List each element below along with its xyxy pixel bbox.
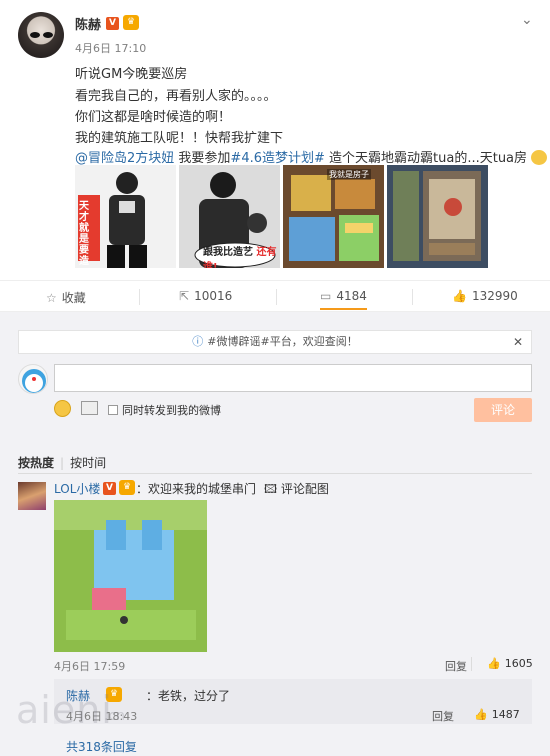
post-image-3[interactable]: 我就是房子 [283, 165, 384, 268]
action-bar: ☆ 收藏 ⇱ 10016 ▭ 4184 👍 132990 [0, 280, 550, 312]
reply-reply-button[interactable]: 回复 [432, 708, 454, 724]
post-text-line: 我的建筑施工队呢！！快帮我扩建下 [75, 131, 284, 146]
comment-image-link[interactable]: 🖾 评论配图 [264, 480, 329, 501]
divider [276, 289, 277, 305]
post-author[interactable]: 陈赫 [75, 14, 101, 33]
reply-like-button[interactable]: 👍 1487 [474, 708, 520, 721]
thumbs-up-icon: 👍 [487, 657, 501, 670]
notice-bar[interactable]: ⓘ #微博辟谣#平台，欢迎查阅！ ✕ [18, 330, 532, 354]
emoji-icon[interactable] [54, 400, 71, 417]
my-avatar [18, 364, 48, 394]
comment-text: ：欢迎来我的城堡串门 [136, 482, 257, 496]
image-icon: 🖾 [264, 482, 281, 496]
image-caption: 我就是房子 [327, 169, 371, 180]
v-badge-icon: V [106, 17, 119, 30]
sort-time-tab[interactable]: 按时间 [70, 456, 106, 470]
reply-button[interactable]: 回复 [445, 658, 467, 674]
topic-link[interactable]: #4.6造梦计划# [230, 151, 324, 166]
game-castle-icon [54, 500, 207, 652]
post-time[interactable]: 4月6日 17:10 [75, 40, 146, 56]
image-caption: 天才 就是要造 [79, 201, 89, 267]
doraemon-icon [22, 369, 46, 393]
crown-icon: ♛ [123, 15, 139, 30]
chevron-down-icon[interactable]: ⌄ [521, 12, 533, 28]
comment-time: 4月6日 17:59 [54, 660, 126, 673]
avatar-eye [30, 32, 40, 38]
image-icon[interactable] [81, 401, 98, 415]
thumbs-up-icon: 👍 [474, 708, 488, 721]
close-icon[interactable]: ✕ [513, 331, 523, 353]
post-image-4[interactable] [387, 165, 488, 268]
post-text: 造个天霸地霸动霸tua的...天tua房 [324, 151, 528, 166]
sort-tabs: 按热度 | 按时间 [18, 454, 106, 471]
post-text-line: 看完我自己的，再看别人家的。。。。 [75, 89, 277, 104]
star-icon: ☆ [46, 291, 57, 305]
post-image-2[interactable]: 跟我比造艺 还有谁! [179, 165, 280, 268]
avatar-eye [43, 32, 53, 38]
thumbs-up-icon: 👍 [452, 289, 467, 303]
post-text-line: 听说GM今晚要巡房 [75, 67, 188, 82]
repost-checkbox[interactable]: 同时转发到我的微博 [108, 402, 221, 418]
divider [18, 473, 532, 474]
info-icon: ⓘ [192, 335, 204, 348]
submit-comment-button[interactable]: 评论 [474, 398, 532, 422]
post-text-line: 你们这都是啥时候造的啊！ [75, 110, 232, 125]
cat-emoji-icon [531, 150, 548, 165]
image-caption: 跟我比造艺 还有谁! [203, 247, 277, 268]
commenter-avatar[interactable] [18, 482, 46, 510]
comment-icon: ▭ [320, 289, 332, 303]
divider: | [60, 456, 65, 470]
author-avatar[interactable] [18, 12, 64, 58]
game-screenshot-icon [387, 165, 488, 268]
crown-icon: ♛ [119, 480, 135, 495]
post-text: 我要参加 [174, 151, 231, 166]
watermark: aieni [16, 688, 113, 732]
divider [471, 657, 472, 671]
comment-button[interactable]: ▭ 4184 [320, 289, 367, 310]
game-screenshot-icon [283, 165, 384, 268]
sort-hot-tab[interactable]: 按热度 [18, 456, 54, 470]
comment-input[interactable] [54, 364, 532, 392]
reply-text: ：老铁，过分了 [146, 689, 231, 703]
divider [412, 289, 413, 305]
post-image-1[interactable]: 天才 就是要造 [75, 165, 176, 268]
comment-like-button[interactable]: 👍 1605 [487, 657, 533, 670]
comment-image[interactable] [54, 500, 207, 652]
watermark-suffix: .cn [104, 708, 126, 724]
repost-button[interactable]: ⇱ 10016 [179, 289, 232, 303]
mention-link[interactable]: @冒险岛2方块妞 [75, 151, 174, 166]
comment-author[interactable]: LOL小楼 [54, 480, 100, 497]
like-button[interactable]: 👍 132990 [452, 289, 518, 303]
checkbox[interactable] [108, 405, 118, 415]
post-text-line-links: @冒险岛2方块妞 我要参加#4.6造梦计划# 造个天霸地霸动霸tua的...天t… [75, 147, 548, 166]
divider [139, 289, 140, 305]
repost-icon: ⇱ [179, 289, 190, 303]
favorite-button[interactable]: ☆ 收藏 [46, 289, 86, 306]
total-replies-link[interactable]: 共318条回复 [66, 738, 137, 755]
v-badge-icon: V [103, 482, 116, 495]
